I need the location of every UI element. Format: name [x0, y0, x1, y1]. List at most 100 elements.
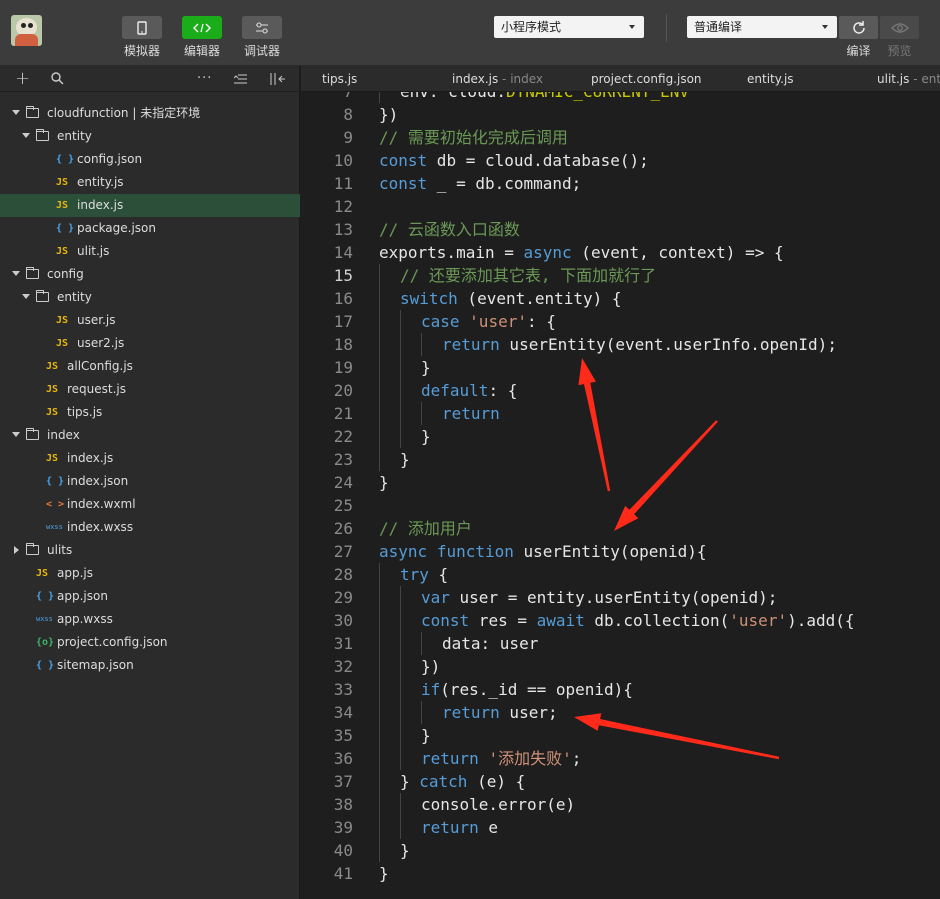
simulator-toggle[interactable]: 模拟器: [122, 16, 162, 58]
editor-tab[interactable]: entity.js: [747, 66, 794, 91]
code-text: async function userEntity(openid){: [379, 540, 707, 563]
tree-item[interactable]: index: [0, 424, 300, 447]
code-text: }): [379, 103, 398, 126]
code-line: 16 switch (event.entity) {: [301, 287, 940, 310]
editor-toggle[interactable]: 编辑器: [182, 16, 222, 58]
tab-label: index.js: [452, 72, 499, 86]
dock-left-icon[interactable]: [270, 66, 285, 92]
line-number: 29: [333, 588, 353, 607]
indent-guide: [400, 678, 401, 701]
chevron-down-icon[interactable]: [22, 133, 30, 138]
line-number: 12: [333, 197, 353, 216]
code-line: 35}: [301, 724, 940, 747]
line-number: 40: [333, 841, 353, 860]
tree-item[interactable]: JS index.js: [0, 447, 300, 470]
editor-tab[interactable]: index.js - index: [452, 66, 543, 91]
code-token: }): [421, 657, 441, 676]
code-token: {: [428, 565, 449, 584]
tree-item[interactable]: ulits: [0, 539, 300, 562]
tree-item[interactable]: { } package.json: [0, 217, 300, 240]
tree-item[interactable]: JS user2.js: [0, 332, 300, 355]
collapse-all-icon[interactable]: [233, 66, 247, 92]
add-icon[interactable]: +: [15, 66, 30, 92]
tree-item[interactable]: {o} project.config.json: [0, 631, 300, 654]
tree-item[interactable]: cloudfunction | 未指定环境: [0, 102, 300, 125]
code-token: }: [421, 726, 431, 745]
tree-item[interactable]: JS user.js: [0, 309, 300, 332]
indent-guide: [400, 586, 401, 609]
explorer-header: + ···: [0, 66, 299, 92]
chevron-down-icon[interactable]: [12, 110, 20, 115]
preview-button[interactable]: [880, 16, 919, 39]
editor-tab[interactable]: ulit.js - entity: [877, 66, 940, 91]
code-text: const db = cloud.database();: [379, 149, 649, 172]
code-token: try: [400, 565, 429, 584]
tree-item[interactable]: config: [0, 263, 300, 286]
line-number: 18: [333, 335, 353, 354]
tree-item[interactable]: { } app.json: [0, 585, 300, 608]
chevron-right-icon[interactable]: [14, 546, 19, 554]
indent-guide: [379, 287, 380, 310]
tree-item[interactable]: entity: [0, 286, 300, 309]
tab-label: entity.js: [747, 72, 794, 86]
editor-label: 编辑器: [183, 44, 220, 58]
chevron-down-icon[interactable]: [12, 271, 20, 276]
line-number: 37: [333, 772, 353, 791]
indent-guide: [379, 264, 380, 287]
tree-item[interactable]: JS app.js: [0, 562, 300, 585]
indent-guide: [400, 632, 401, 655]
code-token: user = entity.userEntity(openid);: [449, 588, 778, 607]
folder-icon: [26, 267, 39, 279]
mode-select[interactable]: 小程序模式: [494, 16, 644, 38]
editor-tab[interactable]: project.config.json: [591, 66, 702, 91]
tree-item[interactable]: JS ulit.js: [0, 240, 300, 263]
tree-item[interactable]: entity: [0, 125, 300, 148]
tab-label: tips.js: [322, 72, 358, 86]
indent-guide: [400, 747, 401, 770]
wxss-file-icon: wxss: [36, 615, 53, 623]
code-token: : {: [488, 381, 518, 400]
chevron-down-icon[interactable]: [12, 432, 20, 437]
tree-item[interactable]: { } config.json: [0, 148, 300, 171]
indent-guide: [379, 333, 380, 356]
code-line: 11 const _ = db.command;: [301, 172, 940, 195]
compile-button[interactable]: [839, 16, 878, 39]
tree-item[interactable]: JS tips.js: [0, 401, 300, 424]
json-file-icon: { }: [56, 223, 75, 234]
indent-guide: [400, 701, 401, 724]
compile-select[interactable]: 普通编译: [687, 16, 837, 38]
tree-item[interactable]: JS entity.js: [0, 171, 300, 194]
code-token: // 添加用户: [379, 519, 472, 538]
code-text: // 添加用户: [379, 517, 472, 540]
search-icon[interactable]: [51, 66, 64, 92]
tree-item[interactable]: { } sitemap.json: [0, 654, 300, 677]
user-avatar[interactable]: [11, 15, 42, 46]
tree-item[interactable]: < > index.wxml: [0, 493, 300, 516]
editor-tab[interactable]: tips.js: [322, 66, 358, 91]
chevron-down-icon[interactable]: [22, 294, 30, 299]
tree-item-label: entity.js: [77, 175, 124, 189]
code-token: }: [421, 427, 431, 446]
debugger-toggle[interactable]: 调试器: [242, 16, 282, 58]
line-number: 21: [333, 404, 353, 423]
tree-item[interactable]: wxss app.wxss: [0, 608, 300, 631]
code-token: res =: [469, 611, 537, 630]
tree-item[interactable]: wxss index.wxss: [0, 516, 300, 539]
code-token: '添加失败': [488, 749, 572, 768]
code-icon: [182, 16, 222, 39]
tree-item[interactable]: JS index.js: [0, 194, 300, 217]
tree-item[interactable]: { } index.json: [0, 470, 300, 493]
code-token: (e) {: [467, 772, 526, 791]
toolbar-divider: [666, 14, 667, 42]
code-line: 31 data: user: [301, 632, 940, 655]
tree-item[interactable]: JS allConfig.js: [0, 355, 300, 378]
code-token: 'user': [469, 312, 527, 331]
more-icon[interactable]: ···: [197, 66, 212, 92]
code-text: const _ = db.command;: [379, 172, 581, 195]
code-line: 14 exports.main = async (event, context) …: [301, 241, 940, 264]
tree-item[interactable]: JS request.js: [0, 378, 300, 401]
code-token: const: [379, 151, 428, 170]
code-token: // 还要添加其它表, 下面加就行了: [400, 266, 657, 285]
code-editor[interactable]: 7env: cloud.DYNAMIC_CURRENT_ENV8})9// 需要…: [301, 92, 940, 899]
